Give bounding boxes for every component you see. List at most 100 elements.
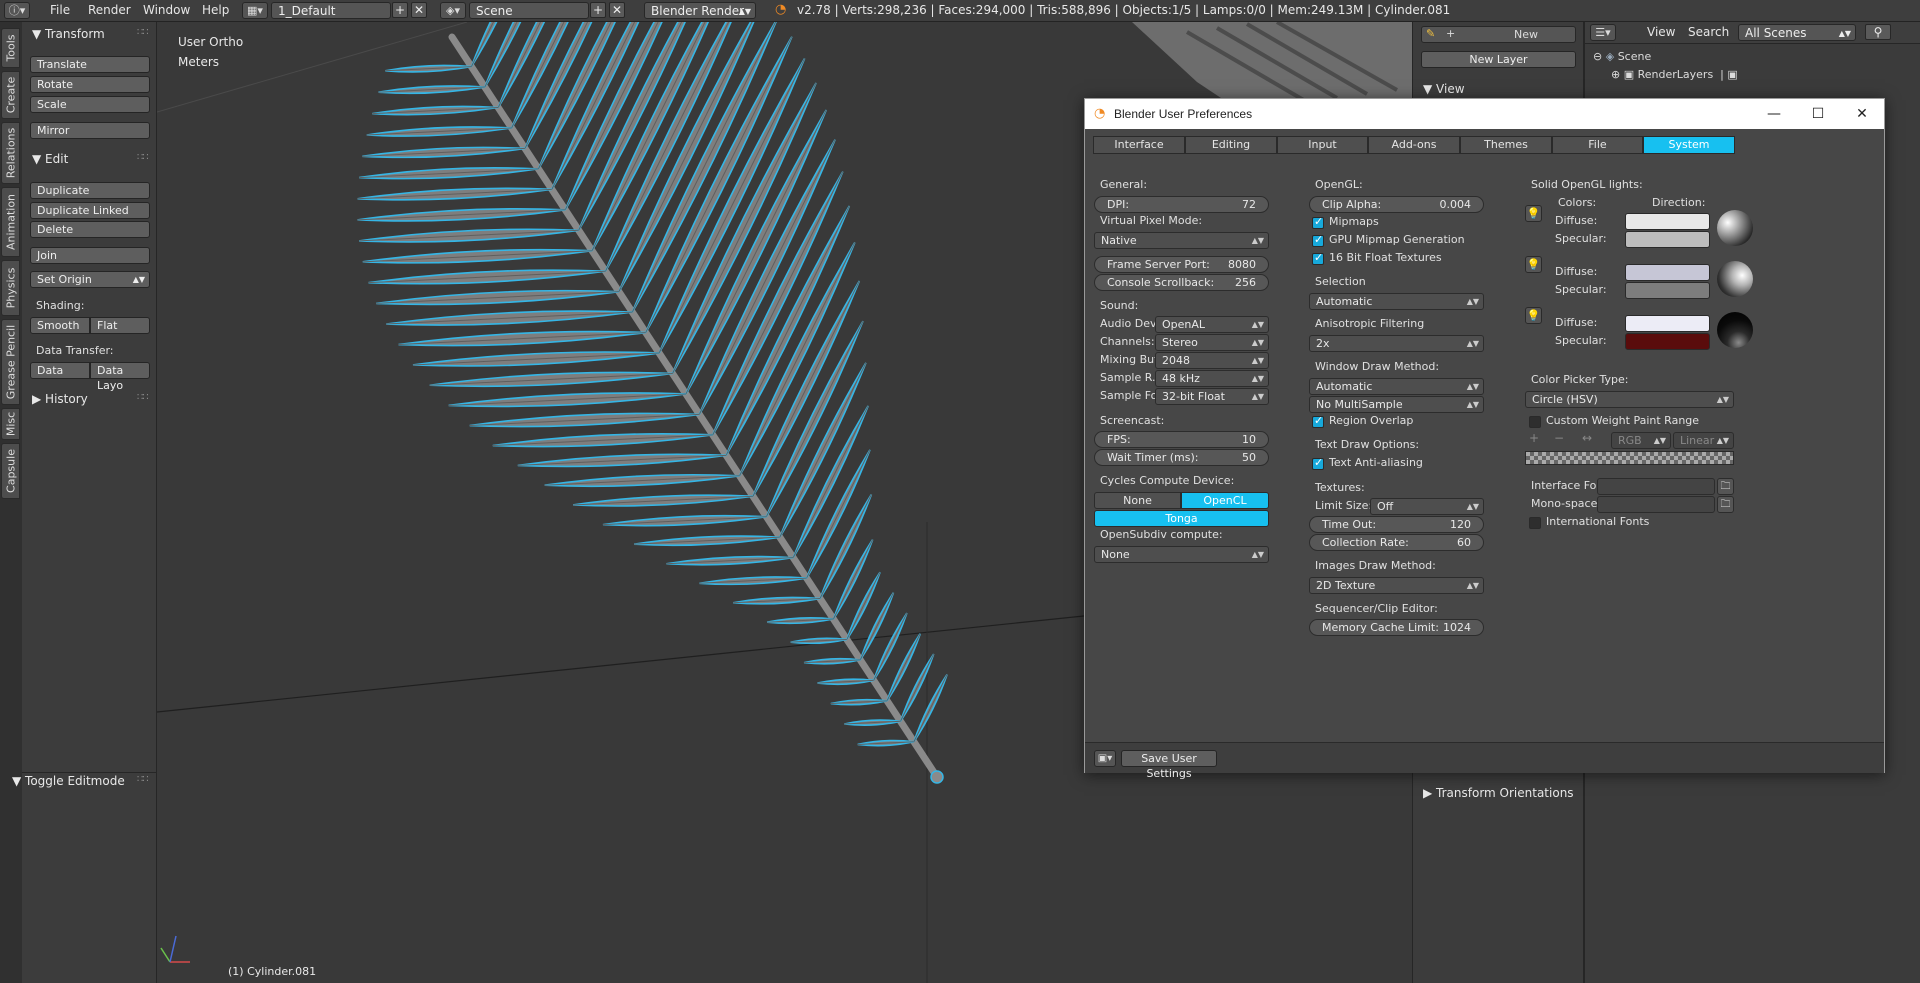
- text-aa-checkbox[interactable]: [1312, 456, 1324, 470]
- search-icon[interactable]: ⚲: [1865, 24, 1891, 40]
- duplicate-linked-button[interactable]: Duplicate Linked: [30, 202, 150, 219]
- mono-font-field[interactable]: [1597, 496, 1715, 513]
- remove-scene-icon[interactable]: ✕: [609, 2, 625, 18]
- outliner-type-icon[interactable]: ☰▾: [1590, 24, 1616, 41]
- fern-object[interactable]: [357, 22, 948, 784]
- maximize-icon[interactable]: ☐: [1796, 99, 1840, 129]
- custom-weight-checkbox[interactable]: [1529, 416, 1541, 428]
- tab-system[interactable]: System: [1643, 136, 1735, 154]
- tab-addons[interactable]: Add-ons: [1368, 136, 1460, 154]
- edit-panel-header[interactable]: ▼ Edit: [32, 150, 68, 168]
- delete-button[interactable]: Delete: [30, 221, 150, 238]
- light-1-direction-ball[interactable]: [1717, 210, 1753, 246]
- view-panel-header[interactable]: ▼ View: [1423, 80, 1465, 98]
- light-3-toggle-icon[interactable]: 💡: [1525, 307, 1542, 324]
- data-button[interactable]: Data: [30, 362, 90, 379]
- anisotropic-select[interactable]: 2x ▲▼: [1309, 335, 1484, 352]
- light-1-diffuse-color[interactable]: [1625, 213, 1710, 230]
- flat-button[interactable]: Flat: [90, 317, 150, 334]
- virtual-pixel-select[interactable]: Native ▲▼: [1094, 232, 1269, 249]
- light-3-direction-ball[interactable]: [1717, 312, 1753, 348]
- scale-button[interactable]: Scale: [30, 96, 150, 113]
- screen-layout-dropdown[interactable]: 1_Default: [271, 2, 391, 19]
- window-titlebar[interactable]: ◔ Blender User Preferences — ☐ ✕: [1085, 99, 1884, 129]
- tab-relations[interactable]: Relations: [1, 122, 20, 184]
- region-overlap-checkbox[interactable]: [1312, 414, 1324, 428]
- images-draw-select[interactable]: 2D Texture ▲▼: [1309, 577, 1484, 594]
- add-scene-icon[interactable]: +: [590, 2, 606, 18]
- toggle-editmode-header[interactable]: ▼ Toggle Editmode: [12, 772, 125, 790]
- light-2-direction-ball[interactable]: [1717, 261, 1753, 297]
- sample-rate-select[interactable]: 48 kHz ▲▼: [1155, 370, 1269, 387]
- mixing-buffer-select[interactable]: 2048 ▲▼: [1155, 352, 1269, 369]
- cycles-opencl-button[interactable]: OpenCL: [1181, 492, 1269, 509]
- color-picker-select[interactable]: Circle (HSV) ▲▼: [1525, 391, 1734, 408]
- channels-select[interactable]: Stereo ▲▼: [1155, 334, 1269, 351]
- save-settings-button[interactable]: Save User Settings: [1121, 750, 1217, 780]
- tab-themes[interactable]: Themes: [1460, 136, 1552, 154]
- selection-select[interactable]: Automatic ▲▼: [1309, 293, 1484, 310]
- light-3-diffuse-color[interactable]: [1625, 315, 1710, 332]
- scene-icon[interactable]: ◈▾: [440, 2, 466, 19]
- audio-device-select[interactable]: OpenAL ▲▼: [1155, 316, 1269, 333]
- tab-file[interactable]: File: [1552, 136, 1643, 154]
- gpu-mipmap-checkbox[interactable]: [1312, 233, 1324, 247]
- tab-capsule[interactable]: Capsule: [1, 443, 20, 499]
- light-1-specular-color[interactable]: [1625, 231, 1710, 248]
- cycles-device-tonga[interactable]: Tonga: [1094, 510, 1269, 527]
- drag-handle-icon[interactable]: ∷∷: [137, 392, 149, 403]
- folder-icon[interactable]: 🗀: [1717, 478, 1734, 495]
- console-scrollback-field[interactable]: Console Scrollback: 256: [1094, 274, 1269, 291]
- mipmaps-checkbox[interactable]: [1312, 215, 1324, 229]
- close-icon[interactable]: ✕: [1840, 99, 1884, 129]
- frame-server-field[interactable]: Frame Server Port: 8080: [1094, 256, 1269, 273]
- clip-alpha-field[interactable]: Clip Alpha: 0.004: [1309, 196, 1484, 213]
- float-textures-checkbox[interactable]: [1312, 251, 1324, 265]
- memory-cache-field[interactable]: Memory Cache Limit: 1024: [1309, 619, 1484, 636]
- tab-animation[interactable]: Animation: [1, 187, 20, 257]
- multisample-select[interactable]: No MultiSample ▲▼: [1309, 396, 1484, 413]
- light-2-specular-color[interactable]: [1625, 282, 1710, 299]
- menu-window[interactable]: Window: [143, 2, 190, 19]
- menu-render[interactable]: Render: [88, 2, 131, 19]
- layout-icon[interactable]: ▦▾: [242, 2, 268, 19]
- set-origin-dropdown[interactable]: Set Origin ▲▼: [30, 271, 150, 288]
- menu-file[interactable]: File: [50, 2, 70, 19]
- sample-format-select[interactable]: 32-bit Float ▲▼: [1155, 388, 1269, 405]
- editor-type-icon[interactable]: ▣▾: [1094, 750, 1116, 767]
- drag-handle-icon[interactable]: ∷∷: [137, 27, 149, 38]
- tab-interface[interactable]: Interface: [1093, 136, 1185, 154]
- folder-icon[interactable]: 🗀: [1717, 496, 1734, 513]
- international-fonts-checkbox[interactable]: [1529, 517, 1541, 529]
- tab-tools[interactable]: Tools: [1, 28, 20, 68]
- tab-input[interactable]: Input: [1277, 136, 1368, 154]
- mirror-button[interactable]: Mirror: [30, 122, 150, 139]
- wait-timer-field[interactable]: Wait Timer (ms): 50: [1094, 449, 1269, 466]
- new-layer-button[interactable]: New Layer: [1421, 51, 1576, 68]
- cycles-none-button[interactable]: None: [1094, 492, 1181, 509]
- smooth-button[interactable]: Smooth: [30, 317, 90, 334]
- minimize-icon[interactable]: —: [1752, 99, 1796, 129]
- dpi-field[interactable]: DPI: 72: [1094, 196, 1269, 213]
- data-layout-button[interactable]: Data Layo: [90, 362, 150, 392]
- outliner-filter-dropdown[interactable]: All Scenes ▲▼: [1738, 24, 1856, 41]
- render-engine-dropdown[interactable]: Blender Render ▲▼: [644, 2, 756, 19]
- timeout-field[interactable]: Time Out: 120: [1309, 516, 1484, 533]
- limit-size-select[interactable]: Off ▲▼: [1370, 498, 1484, 515]
- drag-handle-icon[interactable]: ∷∷: [137, 152, 149, 163]
- light-2-diffuse-color[interactable]: [1625, 264, 1710, 281]
- fps-field[interactable]: FPS: 10: [1094, 431, 1269, 448]
- outliner-row-scene[interactable]: ⊖ ◈ Scene: [1593, 50, 1651, 63]
- opensubdiv-select[interactable]: None ▲▼: [1094, 546, 1269, 563]
- new-grease-row[interactable]: ✎ + New: [1421, 26, 1576, 43]
- join-button[interactable]: Join: [30, 247, 150, 264]
- light-2-toggle-icon[interactable]: 💡: [1525, 256, 1542, 273]
- tab-grease-pencil[interactable]: Grease Pencil: [1, 319, 20, 405]
- tab-editing[interactable]: Editing: [1185, 136, 1277, 154]
- scene-dropdown[interactable]: Scene: [469, 2, 589, 19]
- add-layout-icon[interactable]: +: [392, 2, 408, 18]
- collection-rate-field[interactable]: Collection Rate: 60: [1309, 534, 1484, 551]
- outliner-row-renderlayers[interactable]: ⊕ ▣ RenderLayers | ▣: [1611, 68, 1738, 81]
- duplicate-button[interactable]: Duplicate: [30, 182, 150, 199]
- outliner-search-menu[interactable]: Search: [1688, 24, 1729, 41]
